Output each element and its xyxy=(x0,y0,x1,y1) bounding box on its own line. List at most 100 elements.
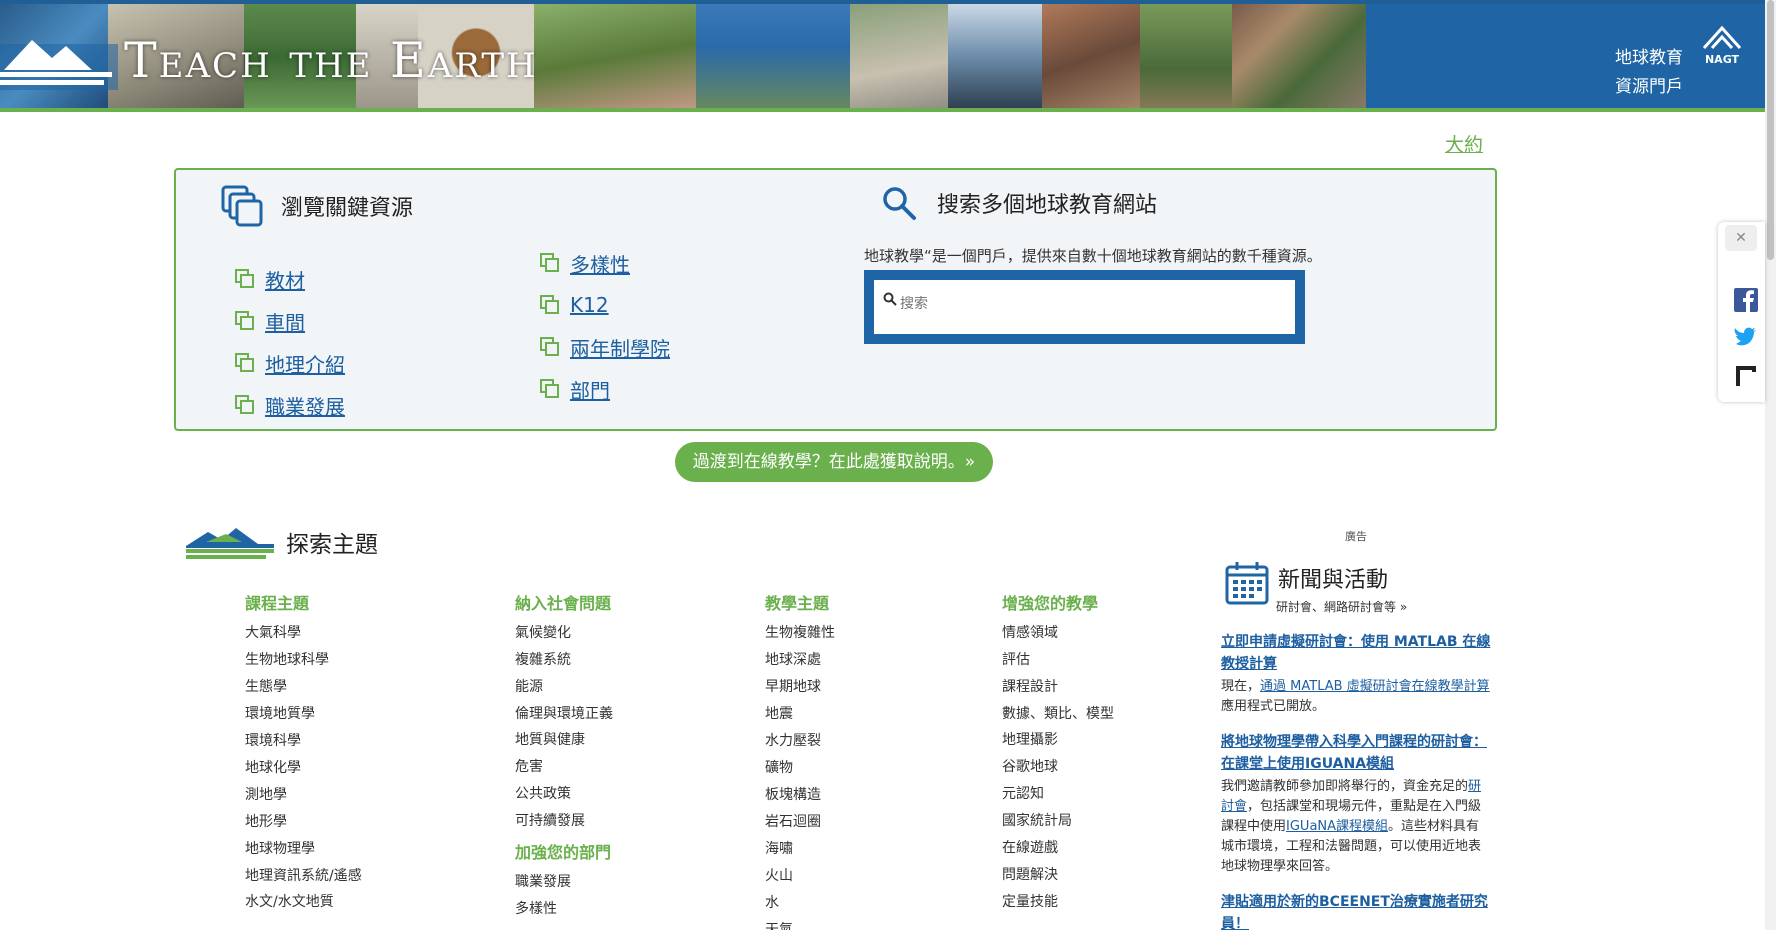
topic-link[interactable]: 課程設計 xyxy=(1002,674,1120,701)
topic-column: 課程主題 大氣科學 生物地球科學 生態學 環境地質學 環境科學 地球化學 測地學… xyxy=(245,590,375,916)
copy-icon xyxy=(540,253,559,272)
topic-link[interactable]: 水 xyxy=(765,890,895,917)
browse-link-item: 車間 xyxy=(235,300,345,342)
column-heading: 增強您的教學 xyxy=(1002,594,1099,613)
topic-link[interactable]: 環境科學 xyxy=(245,728,375,755)
topic-link[interactable]: 地理資訊系統/遙感 xyxy=(245,863,375,889)
copy-icon xyxy=(235,353,254,372)
topic-link[interactable]: 天氣 xyxy=(765,917,895,930)
topic-link[interactable]: 評估 xyxy=(1002,647,1120,674)
topic-link[interactable]: 地球深處 xyxy=(765,647,895,674)
topic-link[interactable]: 地理攝影 xyxy=(1002,727,1120,754)
topic-column: 增強您的教學 情感領域 評估 課程設計 數據、類比、模型 地理攝影 谷歌地球 元… xyxy=(1002,590,1120,916)
browse-link[interactable]: 部門 xyxy=(570,375,610,404)
topic-link[interactable]: 海嘯 xyxy=(765,836,895,863)
browse-link[interactable]: 車間 xyxy=(265,307,305,336)
topic-link[interactable]: 生態學 xyxy=(245,674,375,701)
facebook-icon[interactable] xyxy=(1734,288,1758,312)
news-body-text: 我們邀請教師參加即將舉行的，資金充足的 xyxy=(1221,779,1469,794)
topic-link[interactable]: 早期地球 xyxy=(765,674,895,701)
portal-label[interactable]: 地球教育 資源門戶 xyxy=(1615,44,1683,102)
topic-link[interactable]: 情感領域 xyxy=(1002,620,1120,647)
site-logo[interactable]: Teach the Earth xyxy=(0,30,538,90)
topic-link[interactable]: 地球物理學 xyxy=(245,836,375,863)
copy-squares-icon xyxy=(221,185,263,227)
browse-link-item: 部門 xyxy=(540,368,670,410)
topic-link[interactable]: 氣候變化 xyxy=(515,620,625,647)
browse-link-item: 多樣性 xyxy=(540,242,670,284)
browse-link-item: 兩年制學院 xyxy=(540,326,670,368)
topic-link[interactable]: 地球化學 xyxy=(245,755,375,782)
topic-link[interactable]: 在線遊戲 xyxy=(1002,835,1120,862)
topic-link[interactable]: 多樣性 xyxy=(515,896,625,923)
share-more-icon[interactable] xyxy=(1734,364,1758,388)
topic-link[interactable]: 水文/水文地質 xyxy=(245,889,375,916)
browse-link-item: 職業發展 xyxy=(235,384,345,426)
ad-label: 廣告 xyxy=(1345,530,1367,543)
news-item: 將地球物理學帶入科學入門課程的研討會：在課堂上使用IGUANA模組 我們邀請教師… xyxy=(1221,731,1491,877)
topic-link[interactable]: 能源 xyxy=(515,674,625,701)
explore-header: 探索主題 xyxy=(186,524,378,560)
news-link[interactable]: 立即申請虛擬研討會：使用 MATLAB 在線教授計算 xyxy=(1221,634,1490,672)
about-link[interactable]: 大約 xyxy=(1445,130,1483,157)
topic-link[interactable]: 岩石迴圈 xyxy=(765,809,895,836)
online-teaching-button[interactable]: 過渡到在線教學？在此處獲取說明。» xyxy=(675,442,993,482)
topic-link[interactable]: 國家統計局 xyxy=(1002,808,1120,835)
topic-link[interactable]: 板塊構造 xyxy=(765,782,895,809)
topic-link[interactable]: 地形學 xyxy=(245,809,375,836)
topic-link[interactable]: 礦物 xyxy=(765,755,895,782)
topic-link[interactable]: 數據、類比、模型 xyxy=(1002,701,1120,727)
mountain-logo-icon xyxy=(0,40,118,90)
news-subtitle-link[interactable]: 研討會、網路研討會等 » xyxy=(1276,598,1407,615)
topic-link[interactable]: 定量技能 xyxy=(1002,889,1120,916)
browse-link-item: 地理介紹 xyxy=(235,342,345,384)
nagt-logo[interactable]: NAGT xyxy=(1695,24,1749,66)
topic-link[interactable]: 地震 xyxy=(765,701,895,728)
browse-link-item: 教材 xyxy=(235,258,345,300)
topic-link[interactable]: 環境地質學 xyxy=(245,701,375,728)
topic-link[interactable]: 大氣科學 xyxy=(245,620,375,647)
browse-link[interactable]: K12 xyxy=(570,293,609,317)
news-link[interactable]: 津貼適用於新的BCEENET治療實施者研究員！ xyxy=(1221,894,1488,930)
search-input[interactable] xyxy=(900,296,1280,312)
topic-link[interactable]: 倫理與環境正義 xyxy=(515,701,625,727)
page-scrollbar[interactable] xyxy=(1765,0,1776,930)
portal-line2: 資源門戶 xyxy=(1615,77,1683,97)
topic-column: 納入社會問題 氣候變化 複雜系統 能源 倫理與環境正義 地質與健康 危害 公共政… xyxy=(515,590,625,923)
topic-link[interactable]: 水力壓裂 xyxy=(765,728,895,755)
news-link[interactable]: 將地球物理學帶入科學入門課程的研討會：在課堂上使用IGUANA模組 xyxy=(1221,734,1487,772)
close-icon[interactable]: ✕ xyxy=(1725,225,1757,251)
browse-link[interactable]: 兩年制學院 xyxy=(570,333,670,362)
topic-link[interactable]: 生物地球科學 xyxy=(245,647,375,674)
browse-link[interactable]: 教材 xyxy=(265,265,305,294)
topic-link[interactable]: 測地學 xyxy=(245,782,375,809)
topic-link[interactable]: 地質與健康 xyxy=(515,727,625,754)
topic-link[interactable]: 可持續發展 xyxy=(515,808,625,835)
browse-link[interactable]: 職業發展 xyxy=(265,391,345,420)
news-body: 現在，通過 MATLAB 虛擬研討會在線教學計算應用程式已開放。 xyxy=(1221,677,1491,717)
topic-link[interactable]: 危害 xyxy=(515,754,625,781)
topic-link[interactable]: 火山 xyxy=(765,863,895,890)
twitter-icon[interactable] xyxy=(1734,326,1758,350)
topic-link[interactable]: 職業發展 xyxy=(515,869,625,896)
topic-link[interactable]: 生物複雜性 xyxy=(765,620,895,647)
news-body-text: 現在， xyxy=(1221,679,1261,694)
banner-photo xyxy=(696,4,850,108)
news-body-link[interactable]: IGUaNA課程模組 xyxy=(1286,819,1388,834)
scrollbar-thumb[interactable] xyxy=(1767,0,1774,260)
browse-link[interactable]: 多樣性 xyxy=(570,249,630,278)
search-field-wrapper xyxy=(874,280,1295,334)
browse-header: 瀏覽關鍵資源 xyxy=(221,185,413,227)
search-box xyxy=(864,270,1305,344)
search-icon xyxy=(883,187,916,220)
news-body-link[interactable]: 通過 MATLAB 虛擬研討會在線教學計算 xyxy=(1260,679,1490,694)
topic-link[interactable]: 複雜系統 xyxy=(515,647,625,674)
nagt-mountain-icon xyxy=(1702,25,1742,50)
topic-link[interactable]: 問題解決 xyxy=(1002,862,1120,889)
column-heading: 納入社會問題 xyxy=(515,594,612,613)
topic-link[interactable]: 谷歌地球 xyxy=(1002,754,1120,781)
copy-icon xyxy=(235,395,254,414)
topic-link[interactable]: 元認知 xyxy=(1002,781,1120,808)
topic-link[interactable]: 公共政策 xyxy=(515,781,625,808)
browse-link[interactable]: 地理介紹 xyxy=(265,349,345,378)
